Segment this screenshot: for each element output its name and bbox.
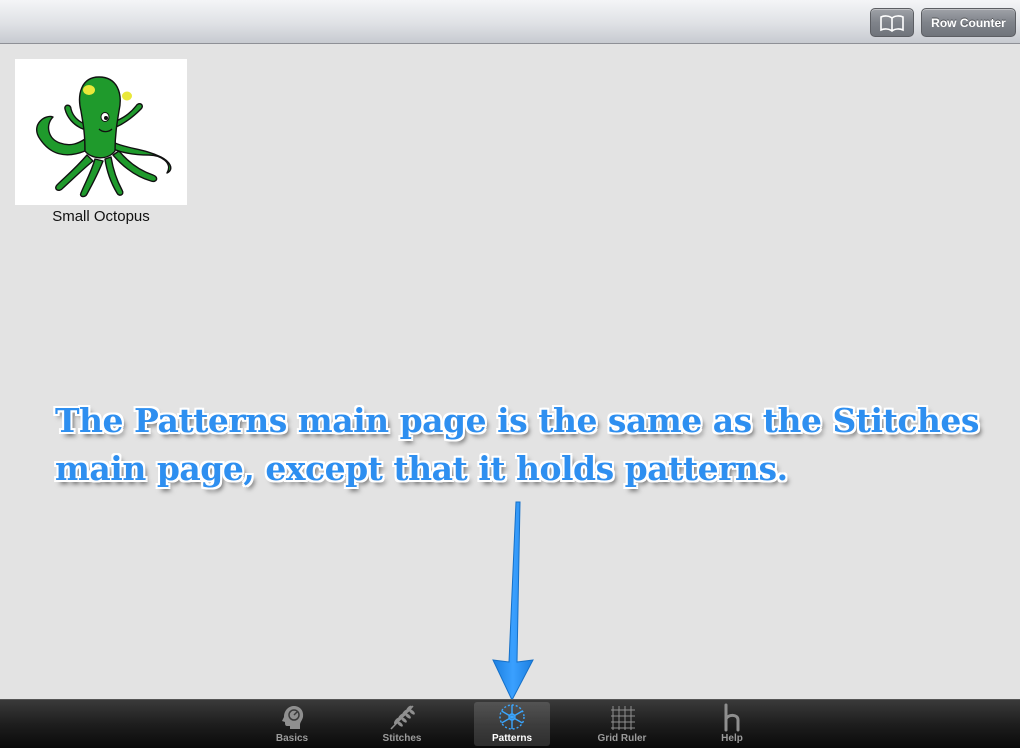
snowflake-icon: [499, 704, 525, 730]
tab-label: Stitches: [382, 733, 422, 744]
pattern-name: Small Octopus: [52, 208, 150, 225]
tab-label: Help: [721, 733, 743, 744]
head-icon: [282, 706, 304, 729]
pattern-thumbnail[interactable]: [15, 59, 187, 205]
help-h-icon: [724, 703, 740, 732]
patterns-grid: Small Octopus The Patterns main page is …: [0, 45, 1020, 702]
annotation-text: The Patterns main page is the same as th…: [55, 401, 979, 488]
octopus-icon: [35, 76, 172, 198]
tab-help[interactable]: Help: [694, 702, 770, 746]
tab-stitches[interactable]: Stitches: [364, 702, 440, 746]
row-counter-button[interactable]: Row Counter: [921, 8, 1016, 37]
tab-label: Basics: [275, 733, 309, 744]
wheat-icon: [390, 705, 415, 730]
tab-basics[interactable]: Basics: [254, 702, 330, 746]
book-icon: [880, 14, 904, 32]
book-button[interactable]: [870, 8, 914, 37]
tab-patterns[interactable]: Patterns: [474, 702, 550, 746]
annotation-arrow-icon: [492, 501, 534, 702]
tab-label: Grid Ruler: [597, 733, 647, 744]
tab-label: Patterns: [491, 733, 532, 744]
tab-bar: Basics Stitches Patterns Grid Ruler Help: [0, 699, 1020, 748]
pattern-item-small-octopus[interactable]: Small Octopus: [15, 59, 187, 225]
navigation-bar: Row Counter: [0, 0, 1020, 44]
grid-icon: [611, 706, 635, 730]
tab-grid-ruler[interactable]: Grid Ruler: [584, 702, 660, 746]
